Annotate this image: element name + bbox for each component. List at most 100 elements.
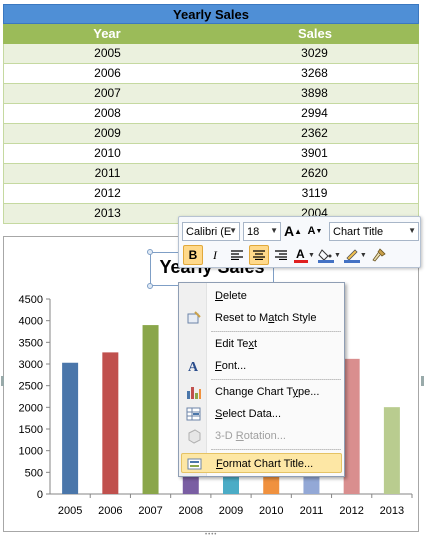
table-row: 2012 3119 — [3, 184, 419, 204]
align-right-icon — [275, 250, 287, 260]
resize-handle[interactable] — [147, 249, 153, 255]
shrink-font-button[interactable]: A ▼ — [305, 221, 325, 241]
x-tick-label: 2012 — [339, 505, 363, 517]
italic-icon: I — [213, 247, 217, 262]
italic-button[interactable]: I — [205, 245, 225, 265]
cell-year[interactable]: 2009 — [4, 124, 211, 143]
format-painter-button[interactable] — [369, 245, 389, 265]
cell-sales[interactable]: 3119 — [211, 184, 418, 203]
menu-item-format-chart-title[interactable]: Format Chart Title... — [181, 453, 342, 473]
chevron-down-icon[interactable]: ▼ — [360, 252, 367, 259]
cell-sales[interactable]: 2620 — [211, 164, 418, 183]
menu-item-label: Font... — [215, 360, 247, 372]
x-tick-label: 2009 — [219, 505, 243, 517]
chevron-down-icon: ▼ — [229, 225, 237, 235]
align-center-icon — [253, 250, 265, 260]
y-tick-label: 2000 — [19, 402, 43, 414]
cell-sales[interactable]: 3029 — [211, 44, 418, 63]
bar-2007[interactable] — [142, 325, 159, 494]
window-side-grip[interactable] — [1, 376, 4, 386]
format-title-icon — [187, 456, 203, 472]
cell-year[interactable]: 2012 — [4, 184, 211, 203]
chart-element-combo[interactable]: Chart Title ▼ — [329, 221, 419, 241]
chevron-down-icon[interactable]: ▼ — [334, 252, 341, 259]
y-tick-label: 4500 — [19, 294, 43, 306]
chevron-down-icon[interactable]: ▼ — [308, 252, 315, 259]
table-row: 2009 2362 — [3, 124, 419, 144]
x-tick-label: 2008 — [179, 505, 203, 517]
table-row: 2006 3268 — [3, 64, 419, 84]
font-name-combo[interactable]: Calibri (E ▼ — [182, 221, 240, 241]
mini-toolbar: Calibri (E ▼ 18 ▼ A ▲ A ▼ Chart Title ▼ B — [178, 216, 421, 268]
menu-item-change-chart-type[interactable]: Change Chart Type... — [181, 382, 342, 402]
menu-item-delete[interactable]: Delete — [181, 286, 342, 306]
context-menu: Delete Reset to Match Style Edit Text A … — [178, 282, 345, 477]
y-tick-label: 4000 — [19, 316, 43, 328]
menu-item-select-data[interactable]: Select Data... — [181, 404, 342, 424]
window-bottom-grip[interactable]: •••• — [205, 532, 219, 538]
y-tick-label: 3500 — [19, 337, 43, 349]
cell-year[interactable]: 2010 — [4, 144, 211, 163]
cell-year[interactable]: 2007 — [4, 84, 211, 103]
x-tick-label: 2007 — [138, 505, 162, 517]
table-body: 2005 3029 2006 3268 2007 3898 2008 2994 2009 2362… — [3, 44, 419, 224]
menu-item-label: Reset to Match Style — [215, 312, 317, 324]
y-tick-label: 3000 — [19, 359, 43, 371]
chart-type-icon — [186, 384, 202, 400]
y-tick-label: 0 — [37, 489, 43, 501]
align-center-button[interactable] — [249, 245, 269, 265]
font-size-combo[interactable]: 18 ▼ — [243, 221, 281, 241]
svg-text:A: A — [188, 360, 199, 374]
cell-year[interactable]: 2005 — [4, 44, 211, 63]
cell-sales[interactable]: 3268 — [211, 64, 418, 83]
resize-handle[interactable] — [147, 283, 153, 289]
y-tick-label: 2500 — [19, 381, 43, 393]
shape-outline-button[interactable] — [343, 245, 361, 265]
menu-item-label: Delete — [215, 290, 247, 302]
menu-separator — [211, 379, 341, 380]
menu-item-edit-text[interactable]: Edit Text — [181, 334, 342, 354]
table-header-row: Year Sales — [3, 24, 419, 44]
bar-2013[interactable] — [383, 407, 400, 494]
bar-2006[interactable] — [102, 352, 119, 494]
cell-sales[interactable]: 2994 — [211, 104, 418, 123]
cell-sales[interactable]: 3898 — [211, 84, 418, 103]
font-name-value: Calibri (E — [186, 225, 232, 238]
bold-icon: B — [188, 248, 198, 262]
table-row: 2010 3901 — [3, 144, 419, 164]
menu-item-3d-rotation[interactable]: 3-D Rotation... — [181, 426, 342, 446]
bar-2005[interactable] — [62, 362, 79, 494]
bold-button[interactable]: B — [183, 245, 203, 265]
menu-item-font[interactable]: A Font... — [181, 356, 342, 376]
font-color-button[interactable]: A — [293, 245, 309, 265]
menu-item-label: 3-D Rotation... — [215, 430, 286, 442]
table-title[interactable]: Yearly Sales — [3, 4, 419, 24]
cell-year[interactable]: 2011 — [4, 164, 211, 183]
bar-2012[interactable] — [343, 358, 360, 494]
chevron-down-icon: ▼ — [270, 225, 278, 235]
x-tick-label: 2013 — [380, 505, 404, 517]
menu-item-label: Edit Text — [215, 338, 257, 350]
font-icon: A — [186, 358, 202, 374]
reset-style-icon — [186, 310, 202, 326]
y-tick-label: 1500 — [19, 424, 43, 436]
x-tick-label: 2011 — [300, 505, 324, 517]
menu-item-label: Change Chart Type... — [215, 386, 320, 398]
header-sales[interactable]: Sales — [211, 24, 419, 44]
window-side-grip[interactable] — [421, 376, 424, 386]
header-year[interactable]: Year — [3, 24, 211, 44]
cell-sales[interactable]: 3901 — [211, 144, 418, 163]
cell-year[interactable]: 2006 — [4, 64, 211, 83]
cell-year[interactable]: 2008 — [4, 104, 211, 123]
cell-sales[interactable]: 2362 — [211, 124, 418, 143]
grow-font-icon: A — [283, 223, 295, 239]
grow-font-button[interactable]: A ▲ — [283, 221, 303, 241]
menu-item-reset-style[interactable]: Reset to Match Style — [181, 308, 342, 328]
table-row: 2005 3029 — [3, 44, 419, 64]
y-tick-label: 500 — [25, 467, 43, 479]
rotation-icon — [186, 428, 202, 444]
align-left-button[interactable] — [227, 245, 247, 265]
align-right-button[interactable] — [271, 245, 291, 265]
shape-fill-button[interactable] — [317, 245, 335, 265]
menu-separator — [211, 449, 341, 450]
